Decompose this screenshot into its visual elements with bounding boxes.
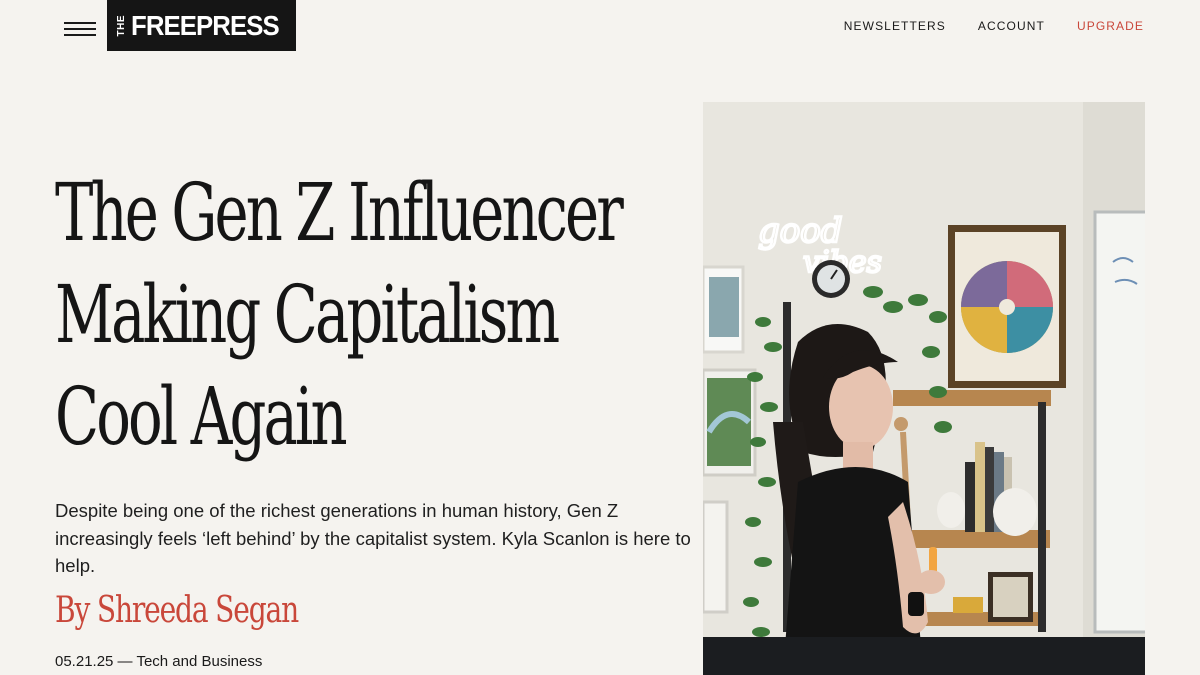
article-byline[interactable]: By Shreeda Segan bbox=[55, 590, 299, 631]
hamburger-menu-icon[interactable] bbox=[64, 20, 98, 38]
article-headline: The Gen Z Influencer Making Capitalism C… bbox=[55, 162, 689, 468]
site-logo[interactable]: THE FREEPRESS bbox=[107, 0, 296, 51]
headline-line: The Gen Z Influencer bbox=[55, 166, 624, 259]
top-nav: NEWSLETTERS ACCOUNT UPGRADE bbox=[844, 19, 1144, 33]
nav-upgrade-link[interactable]: UPGRADE bbox=[1077, 19, 1144, 33]
page: THE FREEPRESS NEWSLETTERS ACCOUNT UPGRAD… bbox=[0, 0, 1200, 675]
nav-newsletters-link[interactable]: NEWSLETTERS bbox=[844, 19, 946, 33]
logo-the-text: THE bbox=[116, 14, 127, 37]
logo-main-text: FREEPRESS bbox=[131, 9, 280, 41]
article-dek: Despite being one of the richest generat… bbox=[55, 500, 691, 576]
headline-line: Making Capitalism bbox=[55, 268, 560, 361]
headline-line: Cool Again bbox=[55, 370, 348, 463]
article-meta: 05.21.25 — Tech and Business bbox=[55, 653, 263, 670]
hero-photo: good vibes bbox=[703, 102, 1145, 675]
nav-account-link[interactable]: ACCOUNT bbox=[978, 19, 1045, 33]
